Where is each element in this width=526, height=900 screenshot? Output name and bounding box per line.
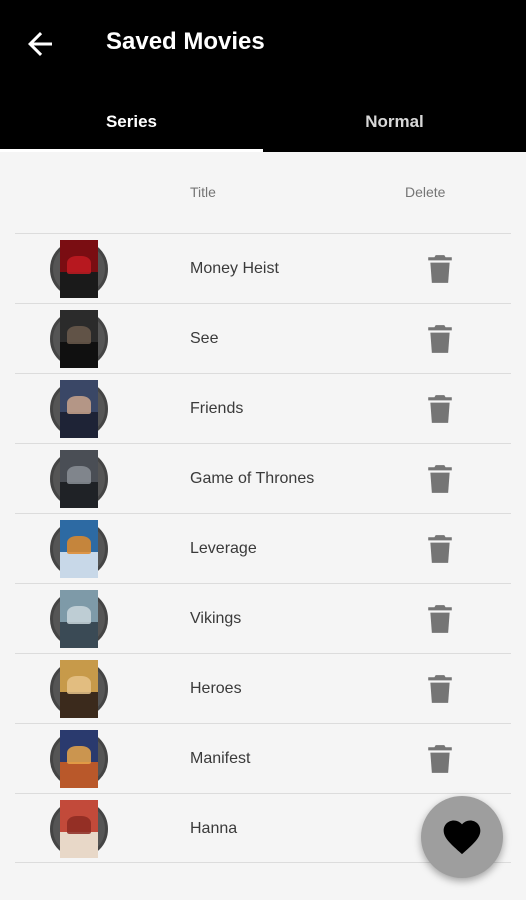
list-item[interactable]: Vikings: [15, 583, 511, 653]
list-item[interactable]: Heroes: [15, 653, 511, 723]
movie-title: Vikings: [190, 610, 242, 627]
saved-movies-list: Money Heist See Friends Game of Thrones …: [15, 233, 511, 863]
poster-image: [60, 310, 98, 368]
list-item[interactable]: Friends: [15, 373, 511, 443]
column-header-delete: Delete: [405, 184, 446, 200]
trash-icon: [428, 255, 452, 283]
poster-avatar: [50, 310, 110, 368]
movie-title: Leverage: [190, 540, 257, 557]
poster-image: [60, 730, 98, 788]
trash-icon: [428, 535, 452, 563]
list-item[interactable]: Manifest: [15, 723, 511, 793]
delete-button[interactable]: [420, 673, 460, 705]
poster-image: [60, 660, 98, 718]
poster-avatar: [50, 520, 110, 578]
tab-series[interactable]: Series: [0, 92, 263, 152]
trash-icon: [428, 395, 452, 423]
poster-image: [60, 240, 98, 298]
movie-title: Money Heist: [190, 260, 279, 277]
favorite-fab-button[interactable]: [421, 796, 503, 878]
tab-series-label: Series: [105, 112, 158, 131]
poster-avatar: [50, 590, 110, 648]
delete-button[interactable]: [420, 743, 460, 775]
movie-title: Game of Thrones: [190, 470, 315, 487]
page-title: Saved Movies: [106, 28, 265, 55]
column-header-title: Title: [190, 184, 216, 200]
arrow-back-icon: [28, 32, 52, 56]
app-bar: Saved Movies Series Normal: [0, 0, 526, 152]
tab-normal-label: Normal: [365, 112, 424, 131]
delete-button[interactable]: [420, 463, 460, 495]
poster-avatar: [50, 730, 110, 788]
poster-image: [60, 800, 98, 858]
trash-icon: [428, 325, 452, 353]
delete-button[interactable]: [420, 603, 460, 635]
movie-title: See: [190, 330, 219, 347]
delete-button[interactable]: [420, 323, 460, 355]
list-item[interactable]: Leverage: [15, 513, 511, 583]
poster-avatar: [50, 800, 110, 858]
movie-title: Friends: [190, 400, 244, 417]
trash-icon: [428, 675, 452, 703]
trash-icon: [428, 465, 452, 493]
poster-image: [60, 380, 98, 438]
delete-button[interactable]: [420, 253, 460, 285]
list-item[interactable]: Game of Thrones: [15, 443, 511, 513]
back-button[interactable]: [22, 26, 58, 62]
table-header: Title Delete: [0, 152, 526, 234]
movie-title: Hanna: [190, 820, 238, 837]
tab-normal[interactable]: Normal: [263, 92, 526, 152]
delete-button[interactable]: [420, 393, 460, 425]
movie-title: Manifest: [190, 750, 251, 767]
tab-bar: Series Normal: [0, 92, 526, 152]
poster-avatar: [50, 240, 110, 298]
poster-avatar: [50, 660, 110, 718]
trash-icon: [428, 745, 452, 773]
movie-title: Heroes: [190, 680, 242, 697]
poster-avatar: [50, 380, 110, 438]
poster-avatar: [50, 450, 110, 508]
list-item[interactable]: See: [15, 303, 511, 373]
poster-image: [60, 590, 98, 648]
poster-image: [60, 520, 98, 578]
trash-icon: [428, 605, 452, 633]
list-item[interactable]: Money Heist: [15, 233, 511, 303]
poster-image: [60, 450, 98, 508]
heart-icon: [443, 820, 481, 855]
delete-button[interactable]: [420, 533, 460, 565]
